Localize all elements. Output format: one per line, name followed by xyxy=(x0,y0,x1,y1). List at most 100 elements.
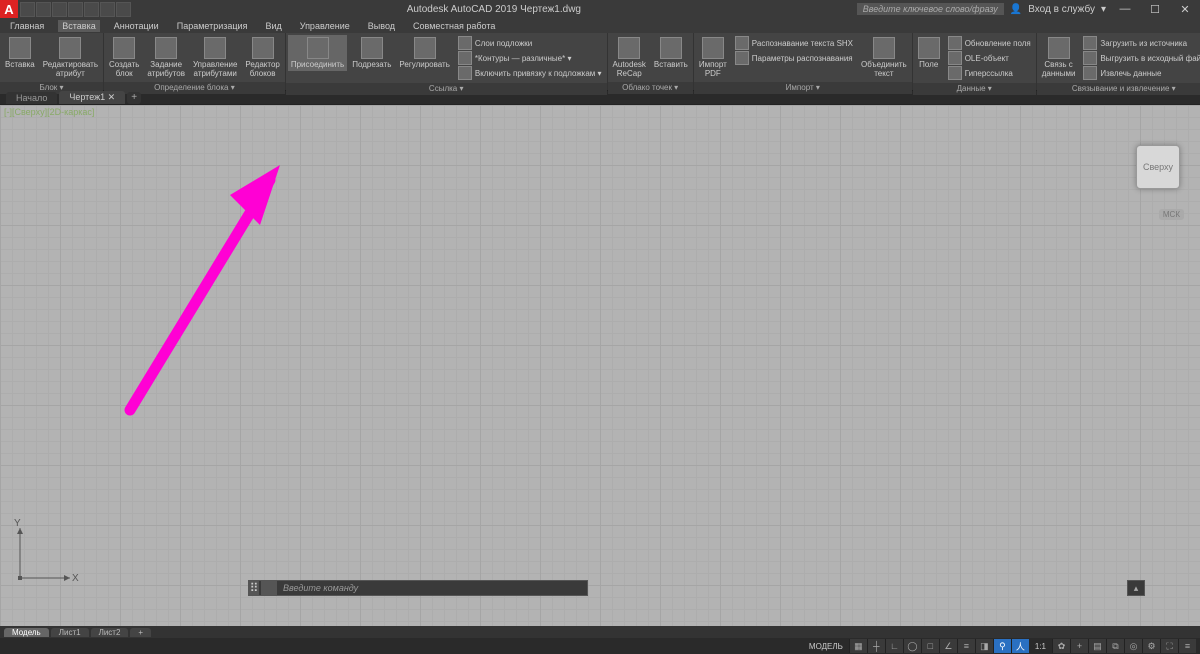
nav-cube[interactable]: Сверху xyxy=(1136,145,1180,189)
new-tab-button[interactable]: + xyxy=(127,92,141,104)
attach-button[interactable]: Присоединить xyxy=(288,35,347,71)
menu-параметризация[interactable]: Параметризация xyxy=(173,20,252,32)
maximize-button[interactable]: ☐ xyxy=(1140,0,1170,18)
annotation-visibility-icon[interactable]: 人 xyxy=(1011,639,1029,653)
file-tab-чертеж1[interactable]: Чертеж1 ✕ xyxy=(59,91,125,104)
app-logo[interactable]: A xyxy=(0,0,18,18)
command-input[interactable]: Введите команду xyxy=(279,583,587,593)
workspace-switch-icon[interactable]: ✿ xyxy=(1052,639,1070,653)
insert-button[interactable]: Вставка xyxy=(2,35,38,71)
file-tab-начало[interactable]: Начало xyxy=(6,92,57,104)
ortho-toggle-icon[interactable]: ∟ xyxy=(885,639,903,653)
qat-saveas-icon[interactable] xyxy=(68,2,83,17)
command-line[interactable]: ⠿ Введите команду xyxy=(248,580,588,596)
datalink-button[interactable]: Связь с данными xyxy=(1039,35,1079,80)
close-button[interactable]: ✕ xyxy=(1170,0,1200,18)
command-expand-icon[interactable]: ▴ xyxy=(1127,580,1145,596)
units-icon[interactable]: ▤ xyxy=(1088,639,1106,653)
otrack-toggle-icon[interactable]: ∠ xyxy=(939,639,957,653)
snap-button[interactable]: Включить привязку к подложкам ▾ xyxy=(456,66,604,80)
layout-tab-лист1[interactable]: Лист1 xyxy=(51,628,89,637)
download-button[interactable]: Загрузить из источника xyxy=(1081,36,1200,50)
isolate-icon[interactable]: ◎ xyxy=(1124,639,1142,653)
menu-вид[interactable]: Вид xyxy=(261,20,285,32)
clip-button[interactable]: Подрезать xyxy=(349,35,394,71)
contour-button[interactable]: *Контуры — различные* ▾ xyxy=(456,51,604,65)
merge-text-button[interactable]: Объединить текст xyxy=(858,35,910,80)
ribbon-label: Присоединить xyxy=(291,60,344,69)
recap-button[interactable]: Autodesk ReCap xyxy=(610,35,649,80)
shx-icon xyxy=(735,36,749,50)
minimize-button[interactable]: — xyxy=(1110,0,1140,18)
pdf-button[interactable]: Импорт PDF xyxy=(696,35,730,80)
link-button[interactable]: Гиперссылка xyxy=(946,66,1033,80)
menu-совместная работа[interactable]: Совместная работа xyxy=(409,20,499,32)
view-label[interactable]: [-][Сверху][2D-каркас] xyxy=(4,107,94,117)
panel-title[interactable]: Связывание и извлечение ▾ xyxy=(1037,83,1200,95)
hardware-accel-icon[interactable]: ⚙ xyxy=(1142,639,1160,653)
ribbon-label: Создать блок xyxy=(109,60,139,78)
polar-toggle-icon[interactable]: ◯ xyxy=(903,639,921,653)
ribbon-label: Редактировать атрибут xyxy=(43,60,98,78)
ribbon-label: Импорт PDF xyxy=(699,60,727,78)
model-space-button[interactable]: МОДЕЛЬ xyxy=(803,642,849,651)
panel-title[interactable]: Ссылка ▾ xyxy=(286,83,607,95)
menu-главная[interactable]: Главная xyxy=(6,20,48,32)
new-layout-button[interactable]: + xyxy=(130,628,151,637)
layers-button[interactable]: Слои подложки xyxy=(456,36,604,50)
transparency-toggle-icon[interactable]: ◨ xyxy=(975,639,993,653)
layout-tab-лист2[interactable]: Лист2 xyxy=(91,628,129,637)
recognize-button[interactable]: Параметры распознавания xyxy=(733,51,855,65)
extract-button[interactable]: Извлечь данные xyxy=(1081,66,1200,80)
manage-attr-button[interactable]: Управление атрибутами xyxy=(190,35,240,80)
ribbon-row-label: Выгрузить в исходный файл xyxy=(1100,54,1200,63)
adjust-button[interactable]: Регулировать xyxy=(396,35,452,71)
create-block-button[interactable]: Создать блок xyxy=(106,35,142,80)
qat-plot-icon[interactable] xyxy=(84,2,99,17)
field-icon xyxy=(918,37,940,59)
help-search-input[interactable]: Введите ключевое слово/фразу xyxy=(857,3,1004,15)
menu-аннотации[interactable]: Аннотации xyxy=(110,20,163,32)
ucs-badge[interactable]: МСК xyxy=(1159,209,1184,220)
customize-icon[interactable]: ≡ xyxy=(1178,639,1196,653)
qat-new-icon[interactable] xyxy=(20,2,35,17)
drawing-canvas[interactable]: [-][Сверху][2D-каркас] Сверху МСК X Y ⠿ … xyxy=(0,105,1200,626)
annotation-monitor-icon[interactable]: + xyxy=(1070,639,1088,653)
ribbon-row-label: Слои подложки xyxy=(475,39,532,48)
qat-open-icon[interactable] xyxy=(36,2,51,17)
panel-title[interactable]: Данные ▾ xyxy=(913,83,1036,95)
ribbon-row-label: Распознавание текста SHX xyxy=(752,39,853,48)
refresh-button[interactable]: Обновление поля xyxy=(946,36,1033,50)
field-button[interactable]: Поле xyxy=(915,35,943,71)
login-button[interactable]: 👤 Вход в службу ▾ xyxy=(1010,4,1106,15)
ucs-icon[interactable]: X Y xyxy=(10,518,80,588)
qat-undo-icon[interactable] xyxy=(100,2,115,17)
ribbon-row-label: Извлечь данные xyxy=(1100,69,1161,78)
osnap-toggle-icon[interactable]: □ xyxy=(921,639,939,653)
scale-display[interactable]: 1:1 xyxy=(1029,642,1052,651)
qat-save-icon[interactable] xyxy=(52,2,67,17)
annotation-scale-icon[interactable]: ⚲ xyxy=(993,639,1011,653)
command-handle-icon[interactable]: ⠿ xyxy=(249,581,259,595)
ole-button[interactable]: OLE-объект xyxy=(946,51,1033,65)
edit-attr-button[interactable]: Редактировать атрибут xyxy=(40,35,101,80)
qat-redo-icon[interactable] xyxy=(116,2,131,17)
grid-toggle-icon[interactable]: ▦ xyxy=(849,639,867,653)
panel-title[interactable]: Облако точек ▾ xyxy=(608,82,693,94)
menu-управление[interactable]: Управление xyxy=(296,20,354,32)
snap-toggle-icon[interactable]: ┼ xyxy=(867,639,885,653)
block-editor-button[interactable]: Редактор блоков xyxy=(242,35,282,80)
insert-pc-button[interactable]: Вставить xyxy=(651,35,691,71)
lineweight-toggle-icon[interactable]: ≡ xyxy=(957,639,975,653)
define-attr-button[interactable]: Задание атрибутов xyxy=(144,35,188,80)
manage-attr-icon xyxy=(204,37,226,59)
clean-screen-icon[interactable]: ⛶ xyxy=(1160,639,1178,653)
menu-вывод[interactable]: Вывод xyxy=(364,20,399,32)
layout-tab-модель[interactable]: Модель xyxy=(4,628,49,637)
upload-button[interactable]: Выгрузить в исходный файл xyxy=(1081,51,1200,65)
quick-props-icon[interactable]: ⧉ xyxy=(1106,639,1124,653)
shx-button[interactable]: Распознавание текста SHX xyxy=(733,36,855,50)
panel-title[interactable]: Импорт ▾ xyxy=(694,82,912,94)
command-prompt-icon[interactable] xyxy=(261,581,277,595)
menu-вставка[interactable]: Вставка xyxy=(58,20,99,32)
